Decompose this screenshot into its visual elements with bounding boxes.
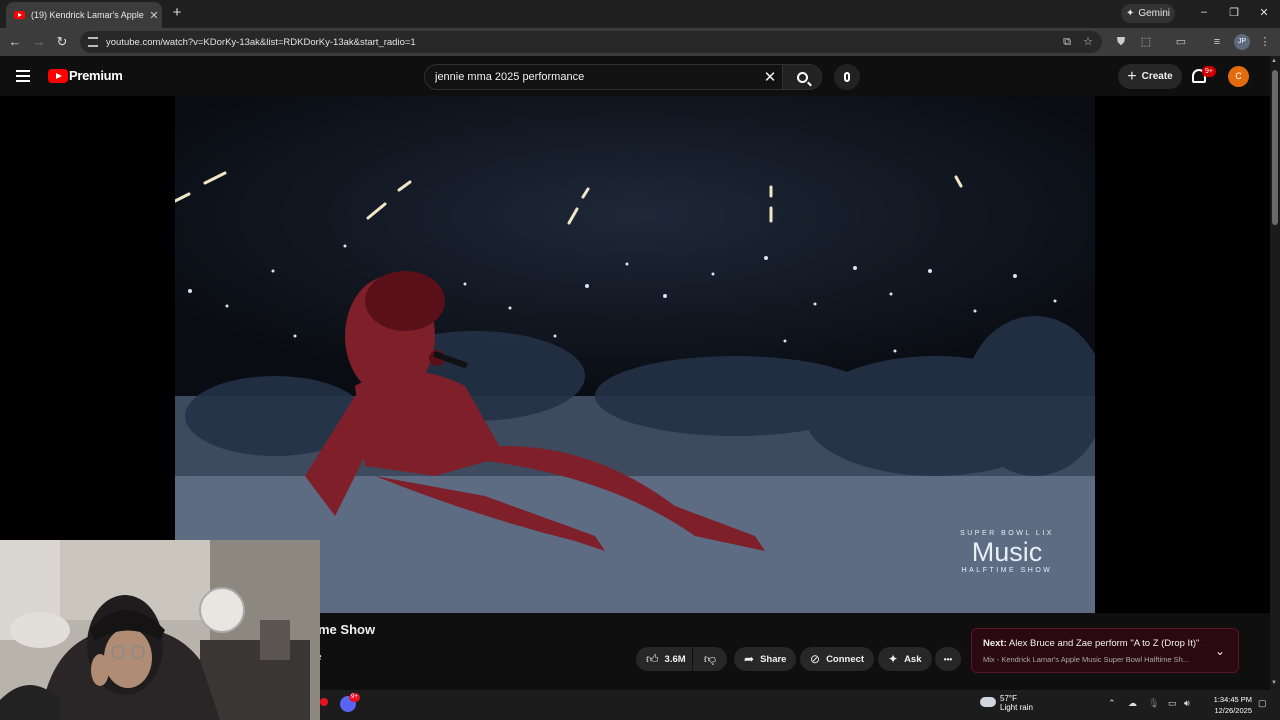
scroll-down-icon[interactable]: ▼: [1271, 680, 1277, 686]
next-prefix: Next:: [983, 638, 1007, 649]
create-label: Create: [1141, 71, 1173, 82]
overlay-halftime-text: HALFTIME SHOW: [961, 567, 1053, 574]
video-title: me Show: [318, 622, 376, 637]
microphone-icon: [844, 72, 850, 82]
install-app-icon[interactable]: ⧉: [1060, 35, 1074, 49]
search-icon: [796, 71, 808, 83]
cast-icon[interactable]: ▭: [1174, 35, 1188, 49]
tab-close-icon[interactable]: ✕: [146, 9, 162, 22]
gemini-button[interactable]: ✦ Gemini: [1121, 4, 1175, 23]
browser-tab-bar: (19) Kendrick Lamar's Apple M... ✕ + ✦ G…: [0, 0, 1280, 28]
gemini-label: Gemini: [1138, 8, 1171, 19]
share-label: Share: [760, 653, 787, 665]
display-icon[interactable]: ▭: [1168, 698, 1177, 709]
like-button[interactable]: 👍︎ 3.6M: [636, 647, 692, 671]
thumbs-down-icon: 👎︎: [703, 651, 717, 666]
reading-list-icon[interactable]: ≡: [1210, 35, 1224, 49]
youtube-logo-icon[interactable]: [48, 69, 68, 83]
tray-chevron-up-icon[interactable]: ⌃: [1108, 698, 1116, 709]
notification-badge: 9+: [1202, 66, 1216, 77]
search-button[interactable]: [782, 64, 822, 90]
close-window-button[interactable]: ✕: [1256, 6, 1272, 19]
kebab-menu-icon[interactable]: ⋮: [1258, 35, 1272, 49]
next-mix-subtitle: Mix - Kendrick Lamar's Apple Music Super…: [983, 655, 1190, 664]
browser-toolbar: ← → ↻ youtube.com/watch?v=KDorKy-13ak&li…: [0, 28, 1280, 56]
reload-icon[interactable]: ↻: [53, 33, 71, 51]
search-input[interactable]: [435, 71, 755, 83]
youtube-favicon-icon: [14, 11, 25, 19]
connect-icon: ⊘: [810, 652, 821, 666]
system-clock[interactable]: 1:34:45 PM 12/26/2025: [1204, 694, 1252, 716]
discord-badge: 9+: [349, 693, 360, 702]
page-scrollbar[interactable]: ▲ ▼: [1270, 56, 1280, 690]
webcam-overlay: [0, 540, 320, 720]
user-avatar[interactable]: C: [1228, 66, 1249, 87]
apple-music-halftime-logo: SUPER BOWL LIX Music HALFTIME SHOW: [947, 530, 1067, 574]
clock-date: 12/26/2025: [1214, 706, 1252, 715]
premium-logo-text[interactable]: Premium: [69, 68, 123, 83]
like-count: 3.6M: [664, 653, 686, 665]
plus-icon: +: [1127, 67, 1137, 85]
weather-widget[interactable]: 57°F Light rain: [1000, 694, 1033, 712]
browser-tab[interactable]: (19) Kendrick Lamar's Apple M... ✕: [6, 2, 162, 28]
overlay-music-text: Music: [971, 537, 1043, 567]
url-text: youtube.com/watch?v=KDorKy-13ak&list=RDK…: [106, 36, 416, 48]
dislike-button[interactable]: 👎︎: [693, 647, 727, 671]
scroll-up-icon[interactable]: ▲: [1271, 58, 1277, 64]
voice-search-button[interactable]: [834, 64, 860, 90]
search-box[interactable]: [424, 64, 786, 90]
windows-taskbar: 9+ 57°F Light rain ⌃ ☁ 🎙︎ ▭ 🔊︎ 1:34:45 P…: [320, 690, 1280, 720]
more-actions-button[interactable]: •••: [935, 647, 961, 671]
volume-icon[interactable]: 🔊︎: [1184, 698, 1190, 709]
new-tab-button[interactable]: +: [168, 4, 186, 22]
back-arrow-icon[interactable]: ←: [6, 33, 24, 51]
tab-title: (19) Kendrick Lamar's Apple M...: [31, 10, 146, 20]
hamburger-menu-icon[interactable]: [16, 70, 30, 82]
extensions-puzzle-icon[interactable]: ⬚: [1139, 35, 1153, 49]
youtube-header: Premium ✕ + Create 9+ C: [0, 56, 1270, 96]
more-horizontal-icon: •••: [943, 654, 953, 664]
network-cloud-icon[interactable]: ☁: [1128, 698, 1137, 709]
video-frame[interactable]: SUPER BOWL LIX Music HALFTIME SHOW: [175, 96, 1095, 613]
rain-cloud-icon[interactable]: [980, 697, 996, 707]
site-info-icon[interactable]: [88, 37, 98, 47]
recording-app-icon[interactable]: [320, 698, 328, 706]
connect-label: Connect: [826, 653, 865, 665]
connect-button[interactable]: ⊘ Connect: [800, 647, 875, 671]
ask-label: Ask: [904, 653, 922, 665]
create-button[interactable]: + Create: [1118, 64, 1182, 89]
clear-search-icon[interactable]: ✕: [762, 68, 778, 86]
video-player-area[interactable]: SUPER BOWL LIX Music HALFTIME SHOW: [0, 96, 1270, 613]
ask-button[interactable]: ✦ Ask: [878, 647, 932, 671]
up-next-card[interactable]: Next: Alex Bruce and Zae perform "A to Z…: [971, 628, 1239, 673]
shield-extension-icon[interactable]: ⛊: [1114, 35, 1128, 49]
sparkle-icon: ✦: [1125, 8, 1135, 19]
clock-time: 1:34:45 PM: [1213, 695, 1252, 704]
chevron-down-icon[interactable]: ⌄: [1215, 644, 1225, 658]
minimize-button[interactable]: –: [1196, 6, 1212, 18]
address-bar[interactable]: youtube.com/watch?v=KDorKy-13ak&list=RDK…: [80, 31, 1102, 53]
temperature: 57°F: [1000, 694, 1017, 703]
profile-avatar[interactable]: JP: [1234, 34, 1250, 50]
forward-arrow-icon[interactable]: →: [30, 33, 48, 51]
bookmark-star-icon[interactable]: ☆: [1081, 35, 1095, 49]
overlay-super-bowl-text: SUPER BOWL LIX: [960, 530, 1054, 537]
share-button[interactable]: ➦ Share: [734, 647, 797, 671]
sparkle-icon: ✦: [888, 652, 899, 666]
notification-center-icon[interactable]: ▢: [1258, 698, 1267, 709]
restore-button[interactable]: ❐: [1226, 6, 1242, 19]
share-arrow-icon: ➦: [744, 652, 755, 666]
scrollbar-thumb[interactable]: [1272, 70, 1278, 225]
weather-description: Light rain: [1000, 703, 1033, 712]
webcam-person-illustration: [0, 540, 320, 720]
thumbs-up-icon: 👍︎: [646, 651, 659, 666]
microphone-tray-icon[interactable]: 🎙︎: [1148, 698, 1159, 709]
next-video-title: Alex Bruce and Zae perform "A to Z (Drop…: [1008, 638, 1203, 649]
